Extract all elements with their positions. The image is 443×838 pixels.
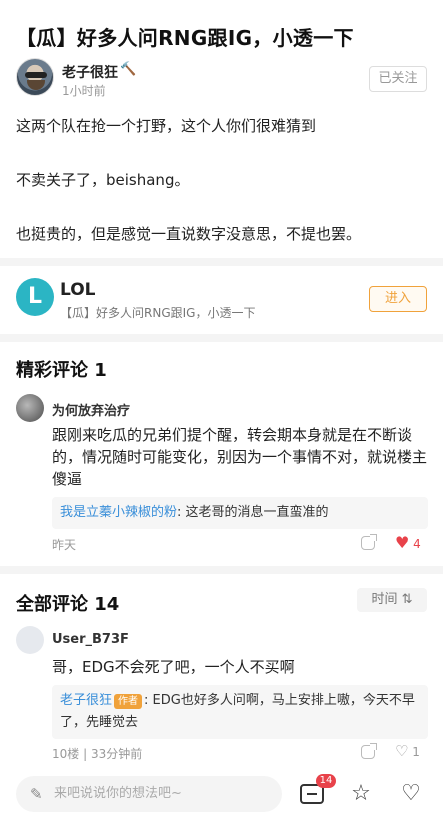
like-button[interactable]: ♡ 1 (395, 742, 420, 760)
all-comments-title: 全部评论 14 (16, 594, 120, 615)
pen-icon: ✎ (30, 785, 43, 803)
section-divider (0, 566, 443, 574)
avatar[interactable] (16, 626, 44, 654)
heart-outline-icon: ♡ (395, 742, 409, 760)
post-title: 【瓜】好多人问RNG跟IG，小透一下 (16, 26, 354, 50)
comment-meta: 10楼 | 33分钟前 (52, 747, 143, 761)
star-icon[interactable]: ☆ (347, 780, 375, 808)
post-paragraph: 这两个队在抢一个打野，这个人你们很难猜到 (16, 117, 317, 135)
bottom-action-bar: ✎ 来吧说说你的想法吧~ 14 ☆ ♡ (0, 770, 443, 838)
hammer-icon: 🔨 (120, 62, 137, 77)
avatar-glasses (25, 72, 47, 78)
comment-text: 哥，EDG不会死了吧，一个人不买啊 (52, 658, 295, 676)
reply-preview[interactable]: 老子很狂 作者: EDG也好多人问啊，马上安排上嗷，今天不早了，先睡觉去 (52, 685, 428, 739)
comment-username[interactable]: 为何放弃治疗 (52, 400, 130, 419)
like-count: 1 (412, 745, 420, 759)
post-body: 这两个队在抢一个打野，这个人你们很难猜到 不卖关子了，beishang。 也挺贵… (16, 112, 427, 274)
post-time: 1小时前 (62, 84, 106, 98)
reply-preview[interactable]: 我是立蓁小辣椒的粉: 这老哥的消息一直蛮准的 (52, 497, 428, 529)
follow-button[interactable]: 已关注 (369, 66, 427, 92)
section-divider (0, 258, 443, 266)
heart-filled-icon: ♥ (395, 533, 410, 552)
share-icon[interactable] (361, 743, 377, 759)
post-paragraph: 也挺贵的，但是感觉一直说数字没意思，不提也罢。 (16, 225, 362, 243)
featured-comments-title: 精彩评论 1 (16, 360, 107, 381)
comment-input[interactable]: ✎ 来吧说说你的想法吧~ (16, 776, 282, 812)
like-count: 4 (413, 537, 421, 551)
avatar[interactable] (16, 58, 54, 96)
avatar-beard (27, 80, 45, 90)
sort-button[interactable]: 时间 ⇅ (357, 588, 427, 612)
reply-username[interactable]: 我是立蓁小辣椒的粉 (60, 505, 177, 520)
author-name[interactable]: 老子很狂 (62, 62, 118, 82)
author-row: 老子很狂 🔨 1小时前 已关注 (16, 58, 427, 100)
author-tag-badge: 作者 (114, 694, 143, 709)
comment-count-badge: 14 (316, 774, 336, 788)
comment-input-placeholder: 来吧说说你的想法吧~ (54, 786, 182, 801)
comment-time: 昨天 (52, 538, 77, 552)
forum-card[interactable]: L LOL 【瓜】好多人问RNG跟IG，小透一下 进入 (16, 272, 427, 324)
lol-logo-icon: L (16, 278, 54, 316)
forum-name: LOL (60, 280, 96, 300)
forum-subtitle: 【瓜】好多人问RNG跟IG，小透一下 (60, 306, 256, 320)
avatar[interactable] (16, 394, 44, 422)
reply-username[interactable]: 老子很狂 (60, 693, 112, 708)
like-button[interactable]: ♥ 4 (395, 533, 421, 552)
comment-text: 跟刚来吃瓜的兄弟们提个醒，转会期本身就是在不断谈的，情况随时可能变化，别因为一个… (52, 426, 428, 488)
reply-text: : 这老哥的消息一直蛮准的 (177, 505, 329, 520)
post-page: 【瓜】好多人问RNG跟IG，小透一下 老子很狂 🔨 1小时前 已关注 这两个队在… (0, 0, 443, 838)
post-paragraph: 不卖关子了，beishang。 (16, 171, 190, 189)
section-divider (0, 334, 443, 342)
heart-icon[interactable]: ♡ (397, 780, 425, 808)
comment-username[interactable]: User_B73F (52, 632, 129, 647)
join-button[interactable]: 进入 (369, 286, 427, 312)
share-icon[interactable] (361, 534, 377, 550)
